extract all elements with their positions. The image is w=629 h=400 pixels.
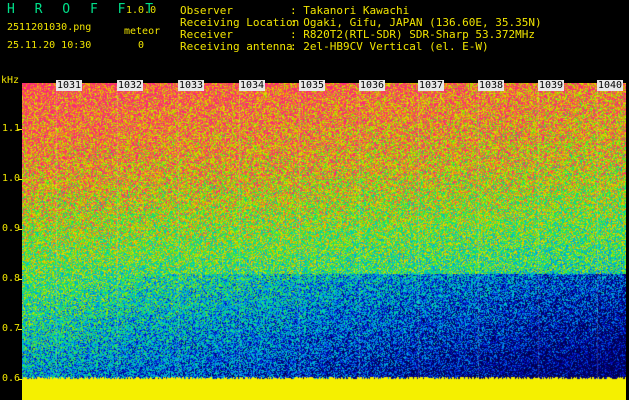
meteor-label: meteor	[124, 26, 161, 37]
spectrogram-canvas	[22, 83, 626, 400]
y-tick-mark	[18, 329, 22, 330]
antenna-key: Receiving antenna	[180, 40, 293, 53]
spectrogram	[22, 83, 626, 400]
y-tick-mark	[18, 129, 22, 130]
meteor-count: 0	[138, 40, 145, 51]
x-tick-label: 1035	[299, 80, 326, 91]
x-tick-label: 1034	[239, 80, 266, 91]
x-tick-label: 1039	[538, 80, 565, 91]
y-tick-mark	[18, 379, 22, 380]
antenna-value: : 2el-HB9CV Vertical (el. E-W)	[290, 40, 489, 53]
x-tick-label: 1033	[178, 80, 205, 91]
y-tick-mark	[18, 279, 22, 280]
file-name: 2511201030.png	[7, 22, 92, 33]
y-tick-mark	[18, 229, 22, 230]
file-datetime: 25.11.20 10:30	[7, 40, 92, 51]
x-tick-label: 1031	[56, 80, 83, 91]
x-tick-label: 1032	[117, 80, 144, 91]
header: H R O F F T 1.0.0 2511201030.png 25.11.2…	[0, 0, 629, 78]
x-tick-label: 1040	[597, 80, 624, 91]
y-tick-mark	[18, 179, 22, 180]
x-tick-label: 1038	[478, 80, 505, 91]
x-tick-label: 1036	[359, 80, 386, 91]
app-version: 1.0.0	[126, 5, 157, 16]
x-tick-label: 1037	[418, 80, 445, 91]
y-axis-unit: kHz	[1, 75, 20, 86]
